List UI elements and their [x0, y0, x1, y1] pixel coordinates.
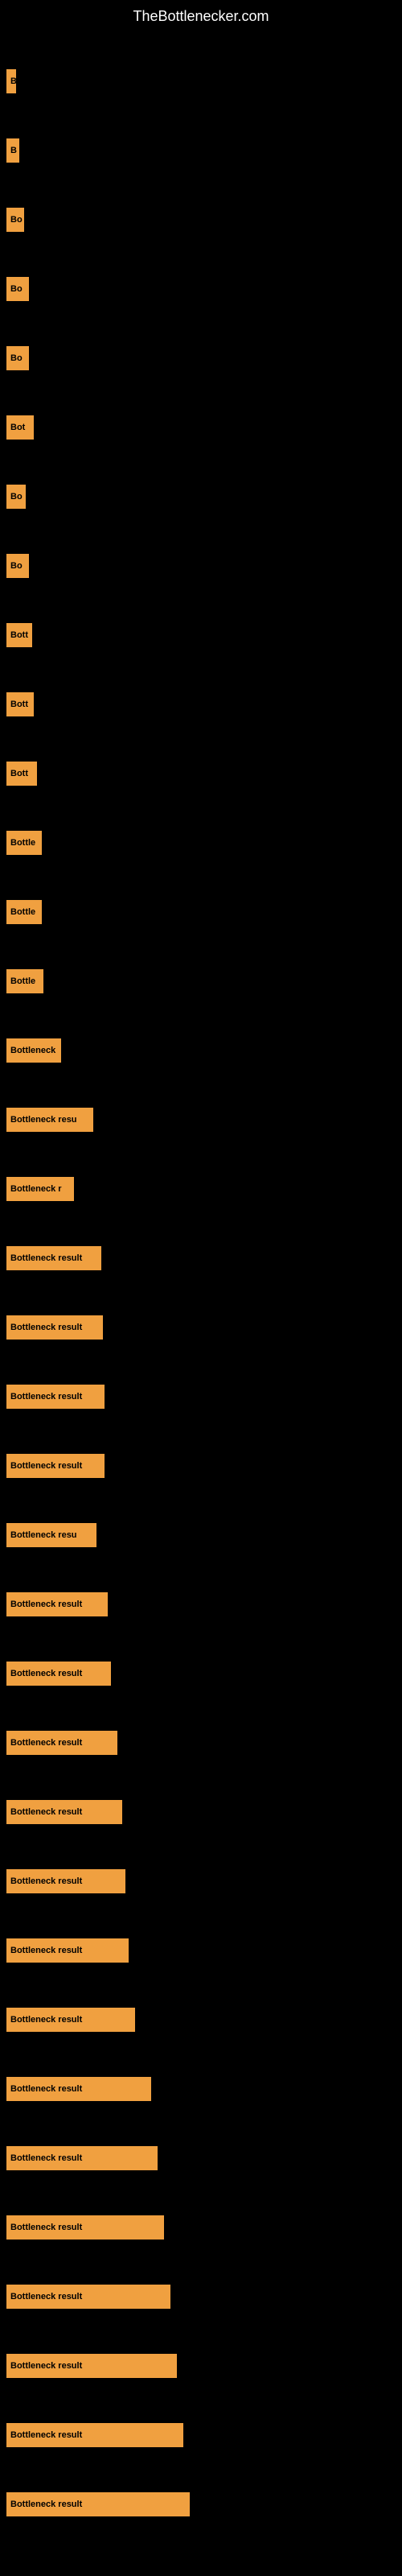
bar-row: Bottleneck	[0, 1022, 402, 1079]
bar-label: Bottleneck result	[6, 1731, 117, 1755]
bar-row: Bottleneck result	[0, 1645, 402, 1702]
bar-label: Bottleneck result	[6, 2215, 164, 2240]
bar-label: Bottleneck result	[6, 2285, 170, 2309]
bar-row: Bott	[0, 676, 402, 733]
bar-row: Bottleneck result	[0, 2199, 402, 2256]
bar-row: Bottle	[0, 884, 402, 940]
bar-label: Bottleneck result	[6, 1592, 108, 1616]
bar-row: Bottleneck result	[0, 1368, 402, 1425]
bar-label: Bottleneck result	[6, 1938, 129, 1963]
bar-label: B	[6, 138, 19, 163]
bar-label: Bott	[6, 762, 37, 786]
bar-label: Bot	[6, 415, 34, 440]
bar-label: Bottleneck result	[6, 1385, 105, 1409]
bar-label: Bottleneck result	[6, 1315, 103, 1340]
bar-label: Bottleneck result	[6, 1800, 122, 1824]
bar-row: Bottleneck result	[0, 1576, 402, 1633]
bar-row: Bottle	[0, 953, 402, 1009]
bar-label: Bott	[6, 623, 32, 647]
bar-row: Bottleneck r	[0, 1161, 402, 1217]
site-title: TheBottlenecker.com	[0, 0, 402, 37]
bar-label: Bottleneck result	[6, 2077, 151, 2101]
bar-label: Bo	[6, 485, 26, 509]
bar-label: Bottleneck result	[6, 1869, 125, 1893]
bar-label: Bottleneck result	[6, 2423, 183, 2447]
bar-row: Bot	[0, 399, 402, 456]
bar-row: Bottleneck resu	[0, 1507, 402, 1563]
bar-row: Bo	[0, 261, 402, 317]
bar-label: Bott	[6, 692, 34, 716]
bar-label: Bottleneck result	[6, 1662, 111, 1686]
bar-label: Bottleneck result	[6, 2146, 158, 2170]
bar-row: Bottleneck result	[0, 1853, 402, 1909]
bar-label: Bottleneck result	[6, 1246, 101, 1270]
bar-label: B	[6, 69, 16, 93]
bar-label: Bottleneck result	[6, 2492, 190, 2516]
bar-label: Bo	[6, 346, 29, 370]
bar-label: Bottleneck result	[6, 1454, 105, 1478]
bars-container: B B Bo Bo Bo Bot Bo Bo Bott Bott Bott Bottle Bottle B…	[0, 37, 402, 2533]
bar-label: Bo	[6, 208, 24, 232]
bar-label: Bottle	[6, 900, 42, 924]
bar-row: Bottleneck result	[0, 1922, 402, 1979]
bar-row: Bottleneck result	[0, 1992, 402, 2048]
bar-row: Bottleneck result	[0, 2061, 402, 2117]
bar-row: Bottleneck result	[0, 2268, 402, 2325]
bar-row: B	[0, 122, 402, 179]
bar-row: Bottleneck result	[0, 2476, 402, 2533]
bar-row: Bottleneck result	[0, 1715, 402, 1771]
bar-row: Bo	[0, 330, 402, 386]
bar-row: Bo	[0, 469, 402, 525]
bar-label: Bo	[6, 277, 29, 301]
bar-row: Bottleneck result	[0, 1784, 402, 1840]
bar-row: Bott	[0, 745, 402, 802]
bar-row: Bo	[0, 538, 402, 594]
bar-label: Bottle	[6, 969, 43, 993]
bar-row: Bottleneck result	[0, 1230, 402, 1286]
bar-label: Bottleneck resu	[6, 1108, 93, 1132]
bar-row: Bottleneck result	[0, 1438, 402, 1494]
bar-label: Bottleneck	[6, 1038, 61, 1063]
bar-row: B	[0, 53, 402, 109]
bar-row: Bottleneck result	[0, 2338, 402, 2394]
bar-label: Bo	[6, 554, 29, 578]
bar-label: Bottleneck result	[6, 2008, 135, 2032]
bar-row: Bottleneck result	[0, 2130, 402, 2186]
bar-label: Bottleneck resu	[6, 1523, 96, 1547]
bar-row: Bottleneck result	[0, 2407, 402, 2463]
bar-row: Bottleneck resu	[0, 1092, 402, 1148]
bar-row: Bottleneck result	[0, 1299, 402, 1356]
bar-row: Bo	[0, 192, 402, 248]
bar-label: Bottleneck result	[6, 2354, 177, 2378]
bar-row: Bottle	[0, 815, 402, 871]
bar-row: Bott	[0, 607, 402, 663]
bar-label: Bottleneck r	[6, 1177, 74, 1201]
bar-label: Bottle	[6, 831, 42, 855]
